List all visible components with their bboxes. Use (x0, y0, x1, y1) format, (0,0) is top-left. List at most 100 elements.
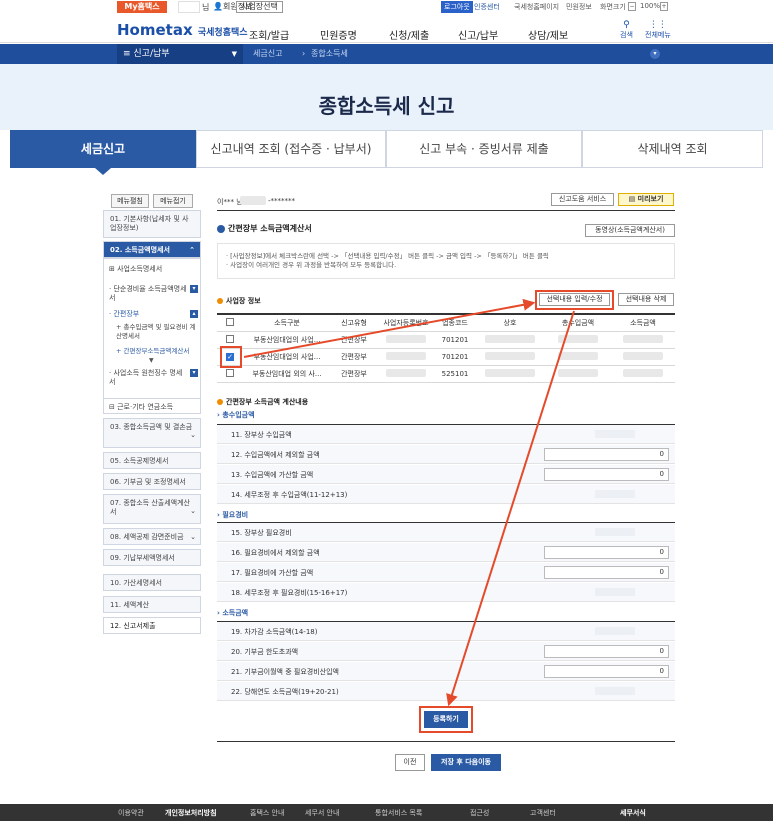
footer-link[interactable]: 세무서 안내 (305, 808, 339, 818)
tab-deleted[interactable]: 삭제내역 조회 (582, 130, 763, 168)
sub-withholding[interactable]: · 사업소득 원천징수 명세서 (109, 369, 187, 387)
sub-other-income[interactable]: ⊟ 근로·기타 연금소득 (104, 398, 200, 416)
tab-attachments[interactable]: 신고 부속 · 증빙서류 제출 (386, 130, 582, 168)
utility-bar: My홈택스 님 👤회원정보 사업장선택 로그아웃 인증센터 국세청홈페이지 민원… (0, 0, 773, 15)
my-hometax-button[interactable]: My홈택스 (117, 1, 167, 13)
breadcrumb-income-tax[interactable]: 종합소득세 (311, 44, 348, 64)
sub-book-expense[interactable]: + 총수입금액 및 필요경비 계산명세서 (116, 323, 196, 341)
cell-income-amount (611, 331, 675, 349)
edit-selected-button[interactable]: 선택내용 입력/수정 (539, 293, 610, 306)
masked-value (386, 334, 426, 343)
amount-input[interactable]: 0 (544, 665, 669, 678)
chevron-up-icon[interactable]: ▴ (190, 310, 198, 318)
cell-trade-name (475, 365, 545, 383)
table-row[interactable]: 부동산임대업의 사업... 간편장부 701201 (217, 331, 675, 349)
nav-menu-select[interactable]: ≡ 신고/납부 ▼ (117, 44, 243, 64)
delete-selected-button[interactable]: 선택내용 삭제 (618, 293, 674, 306)
cell-total-revenue (545, 331, 611, 349)
footer-link[interactable]: 접근성 (470, 808, 489, 818)
sidebar-item-tax-calc[interactable]: 11. 세액계산 (103, 596, 201, 613)
cell-biz-no (377, 365, 435, 383)
nts-homepage-link[interactable]: 국세청홈페이지 (514, 2, 559, 12)
select-all-checkbox[interactable] (226, 317, 234, 326)
prev-button[interactable]: 이전 (395, 754, 425, 771)
person-icon: 👤 (213, 2, 223, 11)
civil-info-link[interactable]: 민원정보 (566, 2, 592, 12)
preview-label: 미리보기 (637, 195, 664, 203)
user-name-masked (178, 1, 200, 13)
table-row[interactable]: ✓ 부동산임대업의 사업... 간편장부 701201 (217, 348, 675, 366)
footer-link[interactable]: 고객센터 (530, 808, 556, 818)
cert-center-link[interactable]: 인증센터 (474, 2, 500, 12)
gnb-certificate[interactable]: 민원증명 (320, 27, 357, 42)
menu-expand-button[interactable]: 메뉴펼침 (111, 194, 149, 208)
sidebar-item-total-income[interactable]: 03. 종합소득금액 및 결손금 ⌄ (103, 418, 201, 448)
footer-link[interactable]: 세무서식 (620, 808, 646, 818)
cell-industry-code: 701201 (435, 348, 475, 366)
sub-biz-income[interactable]: ⊞ 사업소득명세서 (109, 265, 162, 274)
footer-link[interactable]: 이용약관 (118, 808, 144, 818)
footer-link[interactable]: 개인정보처리방침 (165, 808, 217, 818)
sub-simple-book[interactable]: · 간편장부 (109, 310, 139, 319)
preview-button[interactable]: ▤ 미리보기 (618, 193, 674, 206)
sub-simple-rate[interactable]: · 단순경비율 소득금액명세서 (109, 285, 187, 303)
gnb-report-pay[interactable]: 신고/납부 (458, 27, 498, 42)
sidebar-item-donation[interactable]: 06. 기부금 및 조정명세서 (103, 473, 201, 490)
cell-report-type: 간편장부 (331, 331, 377, 349)
sidebar-item-calc-tax[interactable]: 07. 종합소득 산출세액계산서 ⌄ (103, 494, 201, 524)
gnb-lookup[interactable]: 조회/발급 (249, 27, 289, 42)
amount-input[interactable]: 0 (544, 645, 669, 658)
chevron-down-icon[interactable]: ▾ (190, 369, 198, 377)
tab-history[interactable]: 신고내역 조회 (접수증 · 납부서) (196, 130, 386, 168)
video-guide-button[interactable]: 동영상(소득금액계산서) (585, 224, 675, 237)
menu-collapse-button[interactable]: 메뉴접기 (153, 194, 193, 208)
logout-button[interactable]: 로그아웃 (441, 1, 473, 13)
sidebar-item-label: 03. 종합소득금액 및 결손금 (110, 423, 193, 431)
table-row[interactable]: 부동산임대업 외의 사... 간편장부 525101 (217, 365, 675, 383)
gnb-apply[interactable]: 신청/제출 (389, 27, 429, 42)
breadcrumb-tax-report[interactable]: 세금신고 (253, 44, 282, 64)
sidebar-item-prepaid[interactable]: 09. 기납부세액명세서 (103, 549, 201, 566)
register-button[interactable]: 등록하기 (424, 711, 468, 728)
business-select-button[interactable]: 사업장선택 (236, 1, 283, 13)
user-no: -******* (268, 197, 296, 205)
sub-book-income-calc[interactable]: + 간편장부소득금액계산서 (116, 347, 202, 356)
document-icon: ▤ (628, 195, 636, 203)
category-revenue: › 총수입금액 (217, 411, 255, 419)
row-label: 20. 기부금 한도초과액 (231, 648, 299, 656)
sidebar-item-income-statement[interactable]: 02. 소득금액명세서 ⌃ (103, 241, 201, 258)
sidebar-item-submit[interactable]: 12. 신고서제출 (103, 617, 201, 634)
hometax-logo[interactable]: Hometax 국세청홈택스 (117, 21, 248, 39)
search-button[interactable]: ⚲ 검색 (620, 20, 633, 40)
category-expense-label: 필요경비 (222, 511, 249, 519)
page-title: 종합소득세 신고 (318, 94, 455, 118)
chevron-down-icon[interactable]: ▾ (190, 285, 198, 293)
gnb-consult[interactable]: 상담/제보 (528, 27, 568, 42)
row-checkbox[interactable] (226, 368, 234, 377)
calc-title-text: 간편장부 소득금액 계산내용 (226, 398, 309, 406)
sidebar-item-basic[interactable]: 01. 기본사항(납세자 및 사업장정보) (103, 210, 201, 238)
amount-input[interactable]: 0 (544, 566, 669, 579)
sidebar-item-penalty[interactable]: 10. 가산세명세서 (103, 574, 201, 591)
sub-book-income-label: 간편장부소득금액계산서 (123, 347, 190, 355)
row-checkbox[interactable] (226, 334, 234, 343)
sidebar-item-credit[interactable]: 08. 세액공제 감면준비금 ⌄ (103, 528, 201, 545)
footer-link[interactable]: 홈택스 안내 (250, 808, 284, 818)
footer-link[interactable]: 통합서비스 목록 (375, 808, 422, 818)
save-next-button[interactable]: 저장 후 다음이동 (431, 754, 501, 771)
tab-tax-report[interactable]: 세금신고 (10, 130, 196, 168)
all-menu-button[interactable]: ⋮⋮ 전체메뉴 (645, 20, 671, 40)
breadcrumb-separator-icon: › (302, 49, 306, 58)
readonly-value (595, 588, 635, 596)
help-service-button[interactable]: 신고도움 서비스 (551, 193, 614, 206)
nav-expand-icon[interactable]: ▾ (650, 49, 660, 59)
calc-row: 15. 장부상 필요경비 (217, 523, 675, 542)
amount-input[interactable]: 0 (544, 468, 669, 481)
instruction-line-2: · 사업장이 여러개인 경우 위 과정을 반복하여 모두 등록합니다. (226, 261, 397, 269)
logo-sub: 국세청홈택스 (197, 28, 248, 38)
sidebar-item-deduction[interactable]: 05. 소득공제명세서 (103, 452, 201, 469)
zoom-in-button[interactable]: + (660, 2, 668, 11)
amount-input[interactable]: 0 (544, 448, 669, 461)
zoom-out-button[interactable]: − (628, 2, 636, 11)
amount-input[interactable]: 0 (544, 546, 669, 559)
